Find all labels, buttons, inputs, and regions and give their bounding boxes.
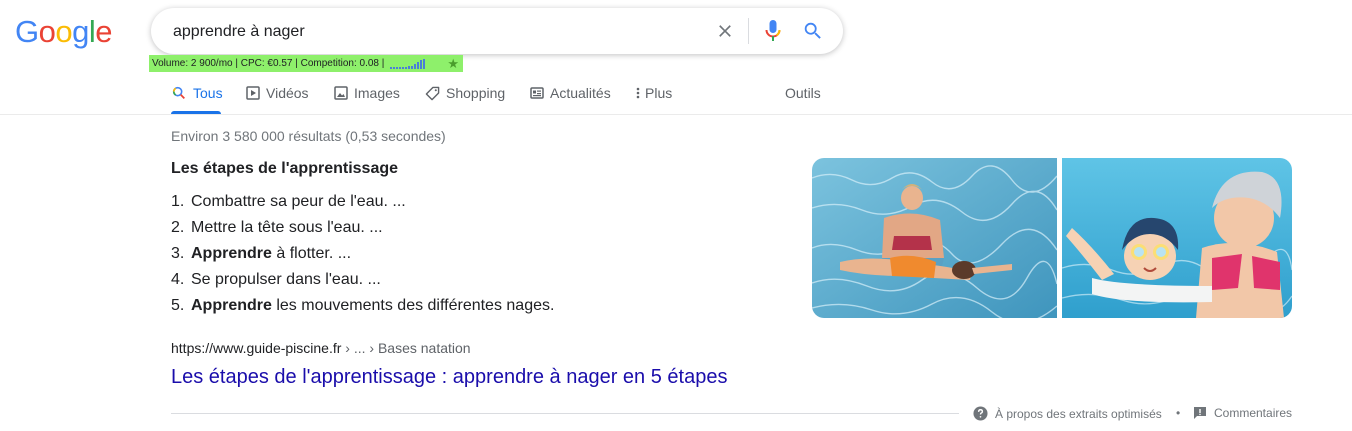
logo-letter: e bbox=[95, 14, 113, 49]
tab-actualites[interactable]: Actualités bbox=[530, 83, 611, 103]
about-snippets-label: À propos des extraits optimisés bbox=[995, 406, 1162, 421]
tab-images[interactable]: Images bbox=[334, 83, 400, 103]
search-input[interactable] bbox=[171, 8, 695, 56]
tools-button[interactable]: Outils bbox=[785, 83, 821, 103]
snippet-images bbox=[812, 158, 1292, 318]
star-icon[interactable]: ★ bbox=[447, 55, 459, 72]
tab-label: Tous bbox=[193, 85, 223, 101]
footer-separator: • bbox=[1176, 406, 1181, 420]
keyword-stats-text: Volume: 2 900/mo | CPC: €0.57 | Competit… bbox=[152, 58, 385, 69]
mic-icon[interactable] bbox=[759, 17, 787, 45]
search-box bbox=[151, 8, 843, 56]
play-icon bbox=[246, 86, 260, 100]
list-item: 3. Apprendre à flotter. ... bbox=[171, 245, 352, 262]
tab-label: Images bbox=[354, 85, 400, 101]
result-breadcrumbs: › ... › Bases natation bbox=[341, 340, 471, 356]
result-stats: Environ 3 580 000 résultats (0,53 second… bbox=[171, 128, 446, 144]
result-url[interactable]: https://www.guide-piscine.fr › ... › Bas… bbox=[171, 340, 471, 356]
list-item: 1. Combattre sa peur de l'eau. ... bbox=[171, 193, 406, 210]
tab-videos[interactable]: Vidéos bbox=[246, 83, 309, 103]
logo-letter: g bbox=[72, 14, 89, 49]
swimming-child-photo[interactable] bbox=[1062, 158, 1292, 318]
list-item: 4. Se propulser dans l'eau. ... bbox=[171, 271, 381, 288]
result-title-link[interactable]: Les étapes de l'apprentissage : apprendr… bbox=[171, 366, 727, 389]
snippet-divider bbox=[171, 413, 959, 414]
keyword-stats-bar: Volume: 2 900/mo | CPC: €0.57 | Competit… bbox=[149, 55, 463, 72]
logo-letter: o bbox=[38, 14, 56, 49]
snippet-steps: 1. Combattre sa peur de l'eau. ... 2. Mett… bbox=[171, 193, 554, 323]
close-icon[interactable] bbox=[711, 17, 739, 45]
tab-label: Plus bbox=[645, 85, 673, 101]
swimming-lesson-photo[interactable] bbox=[812, 158, 1057, 318]
help-icon bbox=[973, 406, 988, 421]
image-icon bbox=[334, 86, 348, 100]
google-logo[interactable]: Google bbox=[15, 12, 113, 52]
tab-plus[interactable]: Plus bbox=[635, 83, 672, 103]
list-item: 2. Mettre la tête sous l'eau. ... bbox=[171, 219, 383, 236]
about-snippets-link[interactable]: À propos des extraits optimisés bbox=[973, 406, 1162, 421]
snippet-title: Les étapes de l'apprentissage bbox=[171, 160, 399, 177]
feedback-icon bbox=[1194, 407, 1206, 419]
logo-letter: o bbox=[55, 14, 73, 49]
tab-label: Shopping bbox=[446, 85, 506, 101]
logo-letter: G bbox=[15, 14, 39, 49]
search-divider bbox=[748, 18, 749, 44]
feedback-link[interactable]: Commentaires bbox=[1193, 406, 1292, 420]
search-icon bbox=[172, 86, 185, 99]
news-icon bbox=[530, 87, 544, 99]
search-icon[interactable] bbox=[799, 17, 827, 45]
tab-label: Vidéos bbox=[266, 85, 309, 101]
tabs-divider bbox=[0, 114, 1352, 115]
tab-shopping[interactable]: Shopping bbox=[425, 83, 505, 103]
result-domain: https://www.guide-piscine.fr bbox=[171, 340, 342, 356]
trend-sparkline-icon bbox=[390, 58, 426, 69]
more-vert-icon bbox=[636, 87, 640, 99]
list-item: 5. Apprendre les mouvements des différent… bbox=[171, 297, 555, 314]
tools-label: Outils bbox=[785, 85, 821, 101]
tag-icon bbox=[425, 86, 440, 100]
tab-tous[interactable]: Tous bbox=[171, 83, 223, 103]
feedback-label: Commentaires bbox=[1214, 406, 1293, 420]
tab-label: Actualités bbox=[550, 85, 611, 101]
